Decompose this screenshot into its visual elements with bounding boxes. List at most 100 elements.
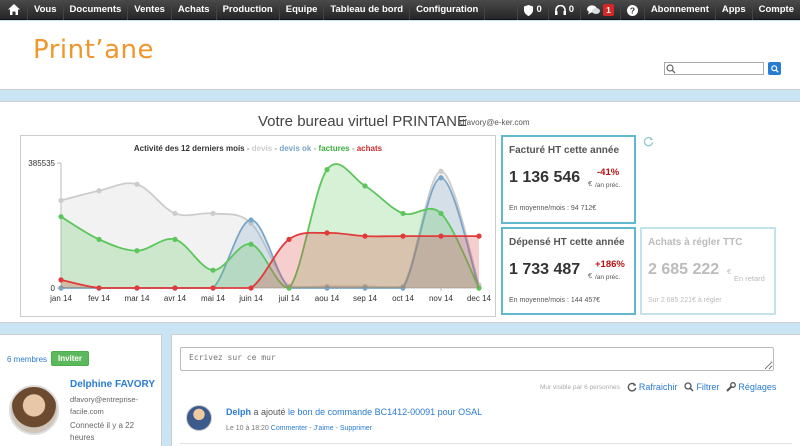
stat-purchases-foot: Sur 2 685 221€ à régler xyxy=(648,297,722,304)
point-achats-11 xyxy=(476,233,482,239)
top-navbar: Vous Documents Ventes Achats Production … xyxy=(0,0,800,20)
stat-billed-foot: En moyenne/mois : 94 712€ xyxy=(509,205,597,212)
nav-achats[interactable]: Achats xyxy=(172,0,217,20)
chart-plot: 385535 0jan 14 fev 14 mar 14 avr 14 mai 14 jui… xyxy=(28,159,492,303)
post-meta: Le 10 à 18:20 Commenter - J'aime - Suppr… xyxy=(226,425,373,432)
support-menu[interactable]: 0 xyxy=(547,0,580,20)
post-author[interactable]: Delph xyxy=(226,407,251,417)
y-tick-label: 0 xyxy=(51,284,56,293)
help-icon: ? xyxy=(626,4,638,16)
point-devis-ok-5 xyxy=(248,217,254,223)
post-object-link[interactable]: le bon de commande BC1412-00091 pour OSA… xyxy=(288,407,482,417)
point-achats-7 xyxy=(324,230,330,236)
point-achats-8 xyxy=(362,233,368,239)
point-devis-3 xyxy=(172,210,178,217)
avatar[interactable] xyxy=(9,385,59,435)
point-achats-0 xyxy=(58,277,64,283)
stat-purchases-title: Achats à régler TTC xyxy=(648,237,743,248)
search-icon xyxy=(684,382,694,392)
members-panel: 6 membres Inviter Delphine FAVORY dfavor… xyxy=(0,334,162,446)
x-tick-label: aou 14 xyxy=(315,294,340,303)
help-menu[interactable]: ? xyxy=(619,0,644,20)
shield-icon xyxy=(524,4,534,16)
shield-count: 0 xyxy=(536,4,542,15)
search-icon xyxy=(666,64,676,74)
stat-spent-value: 1 733 487 xyxy=(509,261,581,278)
point-devis-ok-10 xyxy=(438,175,444,181)
search-button[interactable] xyxy=(768,62,781,75)
nav-tableau-de-bord[interactable]: Tableau de bord xyxy=(324,0,411,20)
nav-equipe[interactable]: Equipe xyxy=(280,0,325,20)
user-email: dfavory@entreprise-facile.com xyxy=(70,395,139,416)
stat-spent[interactable]: Dépensé HT cette année 1 733 487 € +186%… xyxy=(501,227,636,315)
stat-billed[interactable]: Facturé HT cette année 1 136 546 € -41% … xyxy=(501,135,636,224)
post-avatar[interactable] xyxy=(186,405,212,431)
wall-post-input[interactable] xyxy=(180,347,774,371)
settings-button[interactable]: Réglages xyxy=(726,382,776,392)
nav-compte[interactable]: Compte xyxy=(751,0,800,20)
comment-link[interactable]: Commenter xyxy=(271,425,308,432)
point-devis-10 xyxy=(438,168,444,174)
point-factures-8 xyxy=(362,183,368,189)
wall-visibility: Mur visible par 6 personnes xyxy=(540,383,620,391)
point-factures-10 xyxy=(438,210,444,217)
headset-icon xyxy=(554,5,566,15)
nav-ventes[interactable]: Ventes xyxy=(128,0,172,20)
x-tick-label: juin 14 xyxy=(238,294,263,303)
stat-billed-title: Facturé HT cette année xyxy=(509,145,620,156)
point-factures-1 xyxy=(96,236,102,242)
user-name[interactable]: Delphine FAVORY xyxy=(70,379,155,390)
x-tick-label: dec 14 xyxy=(467,294,492,303)
brand-logo[interactable]: Print’ane xyxy=(33,35,154,65)
stat-spent-title: Dépensé HT cette année xyxy=(509,237,625,248)
post-divider xyxy=(180,443,792,444)
point-achats-6 xyxy=(286,236,292,242)
point-achats-1 xyxy=(96,285,102,291)
refresh-icon[interactable] xyxy=(643,136,654,147)
filter-button[interactable]: Filtrer xyxy=(684,382,719,392)
stat-purchases-late: En retard xyxy=(734,274,765,283)
settings-label: Réglages xyxy=(738,382,777,392)
invite-button[interactable]: Inviter xyxy=(51,351,89,366)
delete-link[interactable]: Supprimer xyxy=(340,425,372,432)
refresh-button[interactable]: Rafraichir xyxy=(627,382,677,392)
stat-billed-currency: € xyxy=(588,179,593,188)
nav-vous[interactable]: Vous xyxy=(28,0,64,20)
filter-label: Filtrer xyxy=(696,382,720,392)
members-count[interactable]: 6 membres xyxy=(7,355,47,364)
x-tick-label: juil 14 xyxy=(278,294,300,303)
point-factures-3 xyxy=(172,236,178,242)
stat-billed-prev: /an préc. xyxy=(595,182,621,189)
point-factures-9 xyxy=(400,210,406,217)
point-factures-4 xyxy=(210,267,216,273)
security-menu[interactable]: 0 xyxy=(517,0,547,20)
point-achats-4 xyxy=(210,285,216,291)
messages-menu[interactable]: 1 xyxy=(580,0,620,20)
stat-purchases-currency: € xyxy=(727,267,732,276)
point-achats-2 xyxy=(134,285,140,291)
home-icon[interactable] xyxy=(0,0,28,20)
point-achats-5 xyxy=(248,285,254,291)
post-text: Delph a ajouté le bon de commande BC1412… xyxy=(226,407,482,417)
point-factures-0 xyxy=(58,214,64,220)
nav-abonnement[interactable]: Abonnement xyxy=(643,0,715,20)
nav-production[interactable]: Production xyxy=(217,0,280,20)
svg-text:?: ? xyxy=(630,5,635,15)
x-tick-label: nov 14 xyxy=(429,294,454,303)
nav-apps[interactable]: Apps xyxy=(714,0,752,20)
x-tick-label: fev 14 xyxy=(88,294,110,303)
like-link[interactable]: J'aime xyxy=(314,425,334,432)
x-tick-label: mai 14 xyxy=(201,294,226,303)
stat-spent-pct: +186% xyxy=(595,259,625,270)
comments-icon xyxy=(587,5,601,15)
stat-purchases-value: 2 685 222 xyxy=(648,261,720,278)
point-achats-3 xyxy=(172,285,178,291)
office-title: Votre bureau virtuel PRINTANE xyxy=(258,113,467,130)
stat-purchases[interactable]: Achats à régler TTC 2 685 222 € En retar… xyxy=(640,227,776,315)
nav-documents[interactable]: Documents xyxy=(64,0,129,20)
nav-configuration[interactable]: Configuration xyxy=(410,0,486,20)
refresh-icon xyxy=(627,382,637,392)
page-header: Print’ane xyxy=(0,21,800,90)
search-input[interactable] xyxy=(664,62,764,75)
x-tick-label: jan 14 xyxy=(49,294,72,303)
